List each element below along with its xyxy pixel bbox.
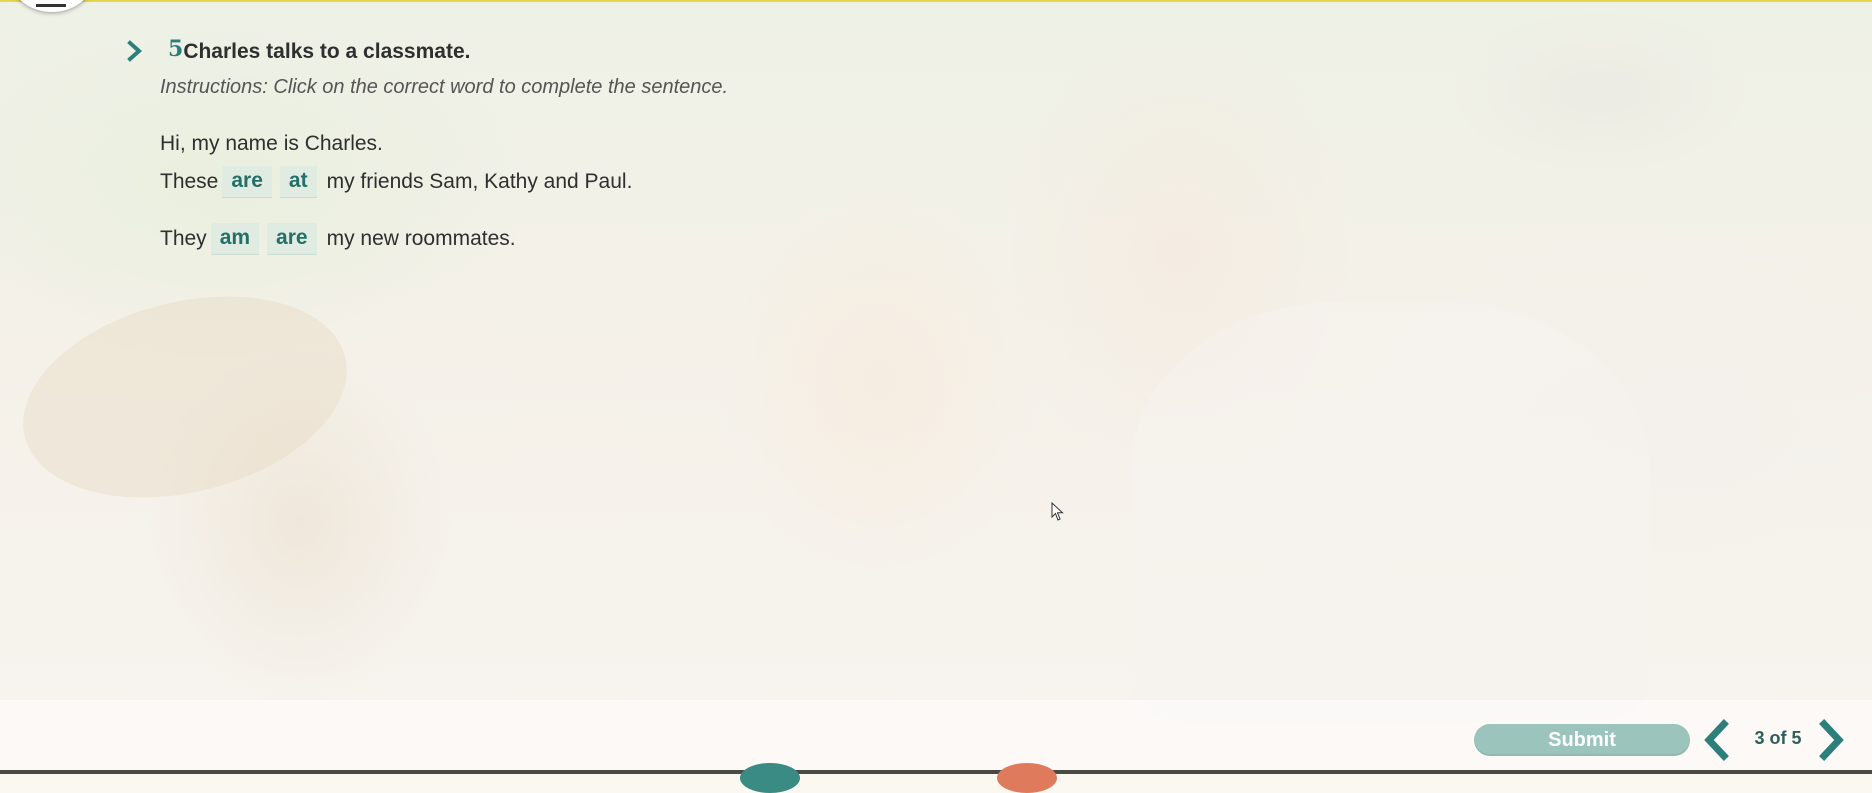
submit-button[interactable]: Submit: [1474, 724, 1690, 756]
sentence-line-3: They am are my new roommates.: [160, 223, 516, 255]
sentence-line-2: These are at my friends Sam, Kathy and P…: [160, 166, 632, 198]
chevron-right-icon[interactable]: [1814, 718, 1848, 762]
mouse-cursor-icon: [1051, 502, 1064, 521]
sentence-text: Hi, my name is Charles.: [160, 132, 383, 155]
sentence-line-1: Hi, my name is Charles.: [160, 132, 383, 156]
chevron-right-icon[interactable]: [126, 40, 144, 62]
sentence-text-before: These: [160, 170, 219, 193]
question-header: 5Charles talks to a classmate.: [168, 36, 470, 64]
choice-word-are[interactable]: are: [267, 223, 317, 255]
sentence-text-before: They: [160, 227, 207, 250]
choice-word-at[interactable]: at: [279, 166, 317, 198]
page-indicator: 3 of 5: [1754, 728, 1802, 748]
question-number: 5: [168, 36, 184, 62]
sentence-text-after: my new roommates.: [326, 227, 516, 250]
sentence-text-after: my friends Sam, Kathy and Paul.: [326, 170, 633, 193]
background-photo-hat: [1, 264, 369, 530]
choice-word-are[interactable]: are: [222, 166, 272, 198]
background-photo: [0, 2, 1872, 772]
choice-word-am[interactable]: am: [210, 223, 260, 255]
chevron-left-icon[interactable]: [1700, 718, 1734, 762]
question-instructions: Instructions: Click on the correct word …: [160, 76, 729, 98]
question-title: Charles talks to a classmate.: [183, 40, 471, 63]
orange-tab-circle[interactable]: [997, 763, 1057, 793]
background-photo-shirt: [1130, 302, 1650, 722]
bottom-edge: [0, 770, 1872, 774]
teal-tab-circle[interactable]: [740, 763, 800, 793]
